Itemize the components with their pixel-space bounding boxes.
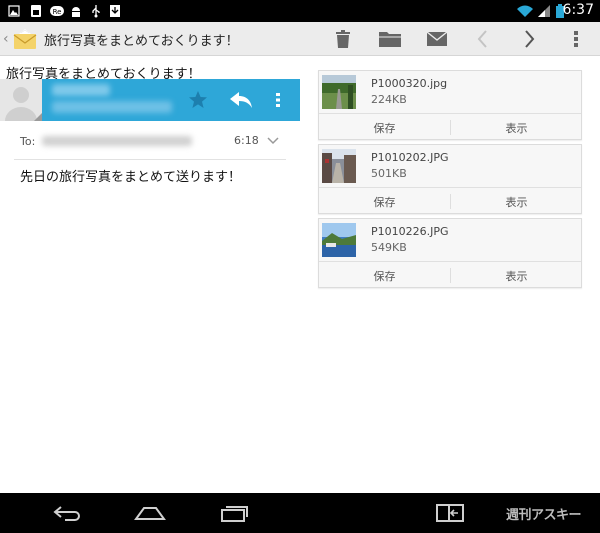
save-button[interactable]: 保存 — [319, 188, 450, 215]
attachment-thumbnail[interactable] — [322, 223, 356, 257]
mark-unread-button[interactable] — [417, 22, 457, 56]
sender-overflow-button[interactable] — [268, 87, 288, 113]
attachment-card: P1010226.JPG 549KB 保存 表示 — [318, 218, 582, 288]
status-time: 6:37 — [562, 2, 594, 18]
chevron-left-icon — [477, 30, 487, 48]
attachment-thumbnail[interactable] — [322, 149, 356, 183]
split-window-icon — [436, 504, 464, 522]
overflow-icon — [574, 31, 578, 47]
sender-avatar[interactable] — [0, 79, 42, 121]
attachment-card: P1000320.jpg 224KB 保存 表示 — [318, 70, 582, 140]
watermark-logo: 週刊アスキー — [506, 508, 582, 523]
photo-coast-icon — [322, 223, 356, 257]
recorder-icon: Re — [50, 6, 64, 16]
to-label: To: — [20, 135, 36, 148]
attachment-filename: P1000320.jpg — [371, 77, 448, 90]
attachment-actions: 保存 表示 — [319, 113, 581, 140]
recipient-address-redacted — [42, 136, 192, 146]
android-icon — [72, 7, 80, 17]
up-chevron-icon[interactable]: ‹ — [3, 31, 9, 47]
action-bar-title: 旅行写真をまとめておくります！ — [44, 34, 239, 49]
usb-icon — [92, 5, 100, 18]
email-app-icon[interactable] — [12, 26, 38, 52]
star-button[interactable] — [183, 87, 213, 113]
overflow-menu-button[interactable] — [556, 22, 596, 56]
chevron-down-icon[interactable] — [267, 136, 279, 146]
attachment-thumbnail[interactable] — [322, 75, 356, 109]
home-icon — [134, 507, 166, 520]
sender-address-redacted — [52, 101, 172, 113]
attachment-filename: P1010226.JPG — [371, 225, 449, 238]
chevron-right-icon — [525, 30, 535, 48]
action-bar: ‹ 旅行写真をまとめておくります！ — [0, 22, 600, 56]
trash-icon — [336, 30, 350, 48]
attachment-size: 549KB — [371, 241, 407, 254]
wifi-icon — [517, 5, 533, 17]
svg-text:Re: Re — [53, 8, 62, 16]
next-message-button[interactable] — [510, 22, 550, 56]
header-divider — [14, 159, 286, 160]
signal-icon — [538, 5, 550, 17]
gallery-icon — [8, 5, 20, 17]
attachment-card: P1010202.JPG 501KB 保存 表示 — [318, 144, 582, 214]
attachment-size: 501KB — [371, 167, 407, 180]
back-button[interactable] — [44, 493, 92, 533]
view-button[interactable]: 表示 — [451, 188, 582, 215]
overflow-icon — [276, 93, 280, 107]
sender-header[interactable] — [0, 79, 300, 121]
envelope-icon — [426, 31, 448, 46]
attachment-filename: P1010202.JPG — [371, 151, 449, 164]
attachment-size: 224KB — [371, 93, 407, 106]
star-icon — [189, 91, 207, 108]
back-icon — [53, 506, 80, 521]
view-button[interactable]: 表示 — [451, 114, 582, 141]
reply-button[interactable] — [224, 87, 258, 113]
reply-icon — [230, 92, 252, 108]
multi-window-button[interactable] — [430, 493, 470, 533]
photo-street-icon — [322, 149, 356, 183]
home-button[interactable] — [126, 493, 174, 533]
attachment-actions: 保存 表示 — [319, 187, 581, 214]
move-folder-button[interactable] — [370, 22, 410, 56]
navigation-bar: 週刊アスキー — [0, 493, 600, 533]
save-button[interactable]: 保存 — [319, 262, 450, 289]
attachment-actions: 保存 表示 — [319, 261, 581, 288]
view-button[interactable]: 表示 — [451, 262, 582, 289]
delete-button[interactable] — [323, 22, 363, 56]
sim-icon — [31, 5, 41, 17]
message-body: 先日の旅行写真をまとめて送ります！ — [20, 170, 242, 185]
download-icon — [110, 5, 120, 17]
status-bar: Re 6:37 — [0, 0, 600, 22]
contact-icon — [0, 79, 42, 121]
folder-icon — [379, 32, 401, 47]
save-button[interactable]: 保存 — [319, 114, 450, 141]
sender-name-redacted — [52, 84, 110, 96]
message-time: 6:18 — [234, 134, 259, 147]
recent-apps-icon — [221, 506, 248, 522]
previous-message-button[interactable] — [462, 22, 502, 56]
photo-road-icon — [322, 75, 356, 109]
recent-apps-button[interactable] — [210, 493, 258, 533]
